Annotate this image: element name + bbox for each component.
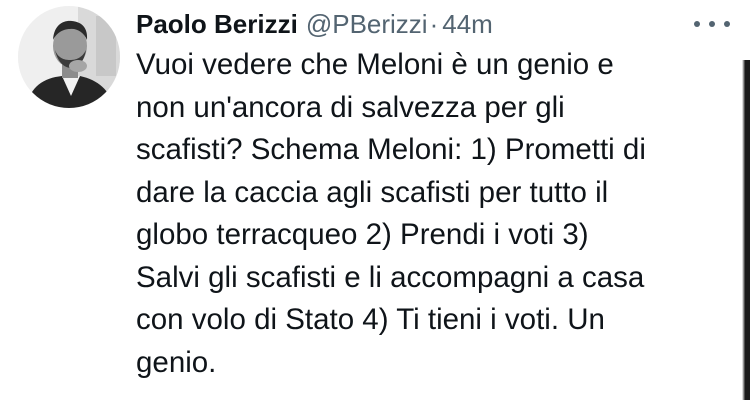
avatar-photo [18,6,120,108]
tweet-text: Vuoi vedere che Meloni è un genio e non … [136,48,646,379]
more-options-button[interactable] [694,10,730,38]
avatar[interactable] [18,6,120,108]
separator-dot: · [429,8,439,39]
author-handle[interactable]: @PBerizzi [306,9,428,40]
more-horizontal-icon [694,21,700,27]
tweet-header: Paolo Berizzi @PBerizzi · 44m [136,6,730,42]
author-name[interactable]: Paolo Berizzi [136,9,298,40]
tweet-card: Paolo Berizzi @PBerizzi · 44m Vuoi veder… [0,0,750,413]
adjacent-image-edge [742,60,750,400]
more-horizontal-icon [709,21,715,27]
timestamp[interactable]: 44m [442,9,493,40]
more-horizontal-icon [724,21,730,27]
